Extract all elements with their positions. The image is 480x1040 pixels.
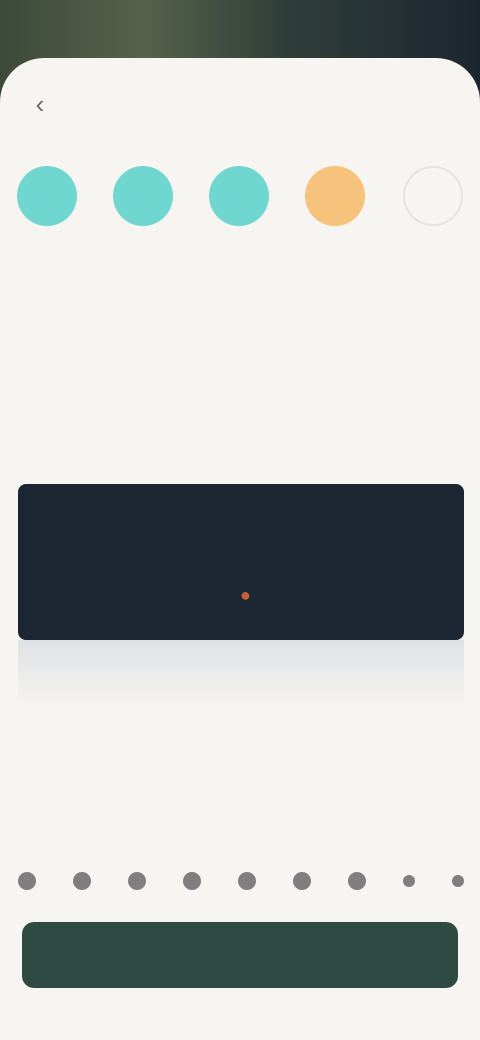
rating-scale <box>18 864 464 898</box>
pointer-icon: ● <box>240 585 251 605</box>
progress-steps <box>0 166 480 256</box>
step-3[interactable] <box>194 166 284 234</box>
scale-dot-9[interactable] <box>452 875 464 887</box>
panel-shadow <box>18 640 464 710</box>
back-button[interactable]: ‹ <box>22 86 58 122</box>
bottom-sheet: ‹ ● <box>0 58 480 1040</box>
step-5[interactable] <box>388 166 478 234</box>
panel-tab-1[interactable] <box>84 502 100 514</box>
scale-dot-1[interactable] <box>18 872 36 890</box>
step-1[interactable] <box>2 166 92 234</box>
step-3-circle <box>209 166 269 226</box>
panel-tab-3[interactable] <box>382 502 398 514</box>
continue-button[interactable] <box>22 922 458 988</box>
step-4-circle <box>305 166 365 226</box>
scale-dot-6[interactable] <box>293 872 311 890</box>
step-2[interactable] <box>98 166 188 234</box>
header: ‹ <box>0 58 480 150</box>
panel-tabs <box>18 490 464 526</box>
scale-dot-5[interactable] <box>238 872 256 890</box>
scale-dot-4[interactable] <box>183 872 201 890</box>
scale-dot-2[interactable] <box>73 872 91 890</box>
selector-panel[interactable]: ● <box>18 484 464 640</box>
step-4[interactable] <box>290 166 380 234</box>
step-5-circle <box>403 166 463 226</box>
step-1-circle <box>17 166 77 226</box>
chevron-left-icon: ‹ <box>35 89 45 119</box>
scale-dot-7[interactable] <box>348 872 366 890</box>
scale-dot-8[interactable] <box>403 875 415 887</box>
step-2-circle <box>113 166 173 226</box>
scale-dot-3[interactable] <box>128 872 146 890</box>
panel-tab-2[interactable] <box>233 502 249 514</box>
